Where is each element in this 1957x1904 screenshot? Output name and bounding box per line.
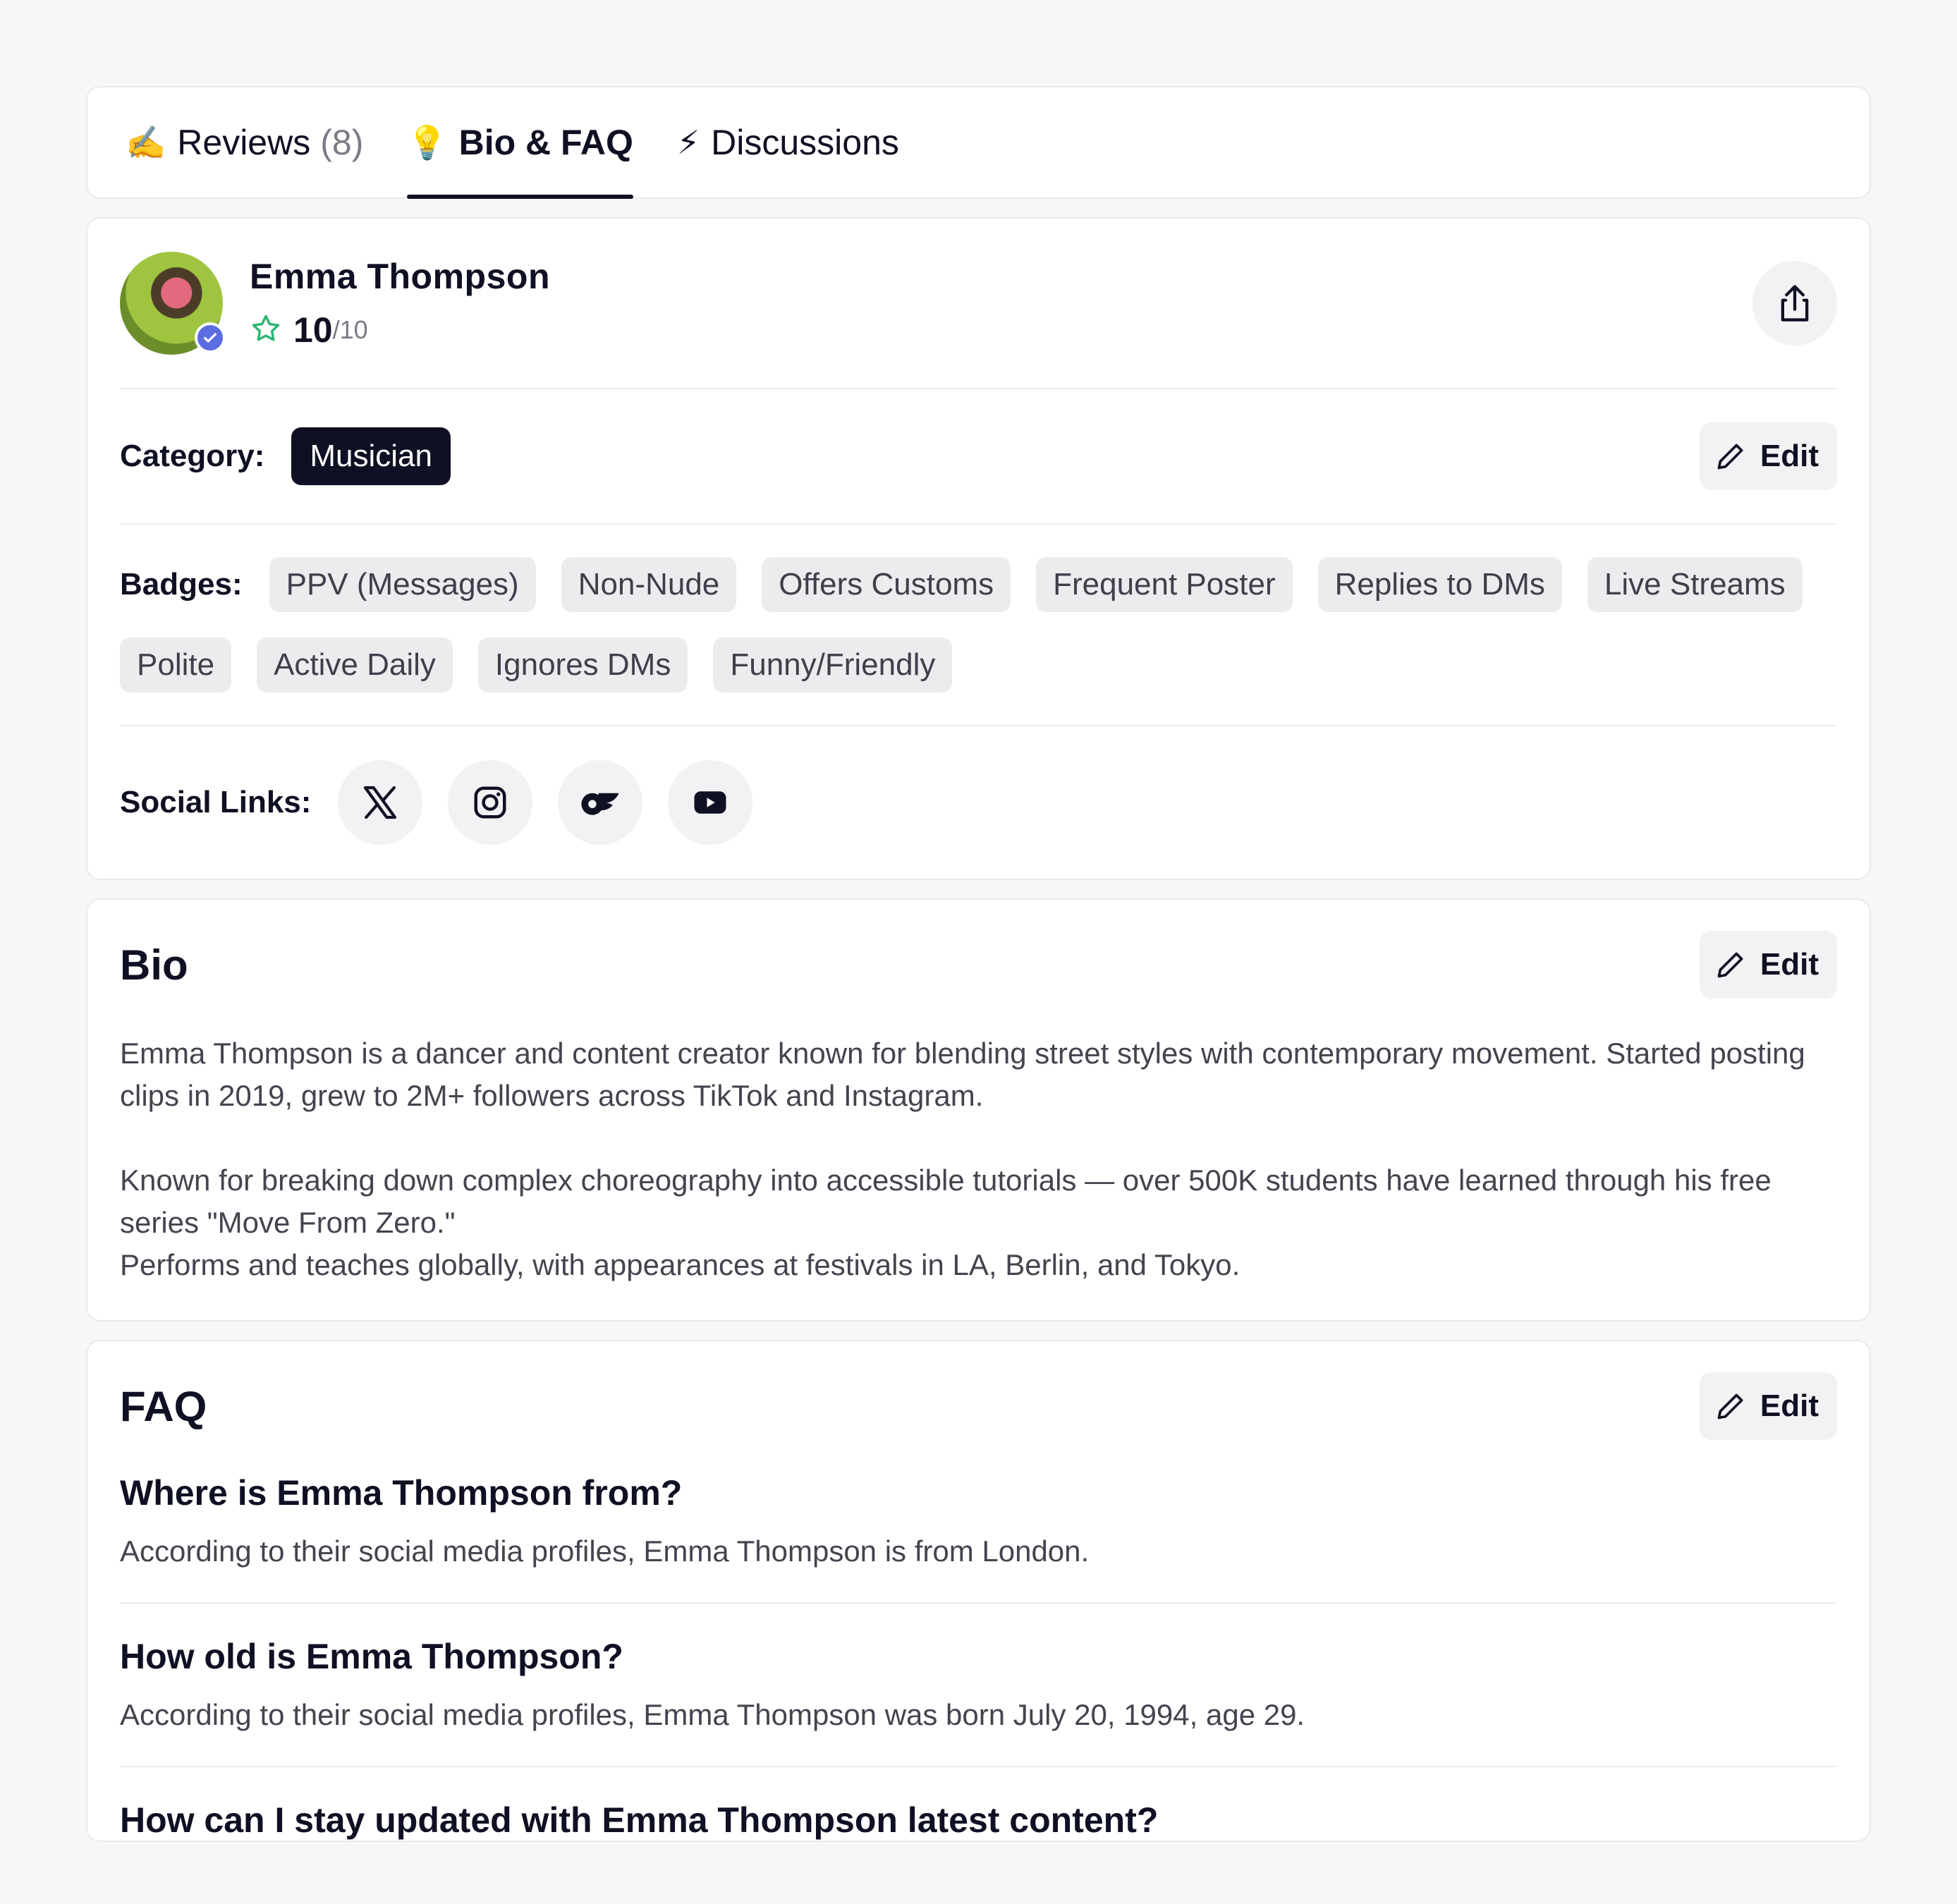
bio-card: Bio Edit Emma Thompson is a dancer and c… xyxy=(86,898,1871,1322)
faq-header: FAQ Edit xyxy=(120,1372,1837,1440)
badge[interactable]: PPV (Messages) xyxy=(269,557,536,612)
tab-label: Reviews xyxy=(177,123,311,162)
badges-row: Badges: PPV (Messages) Non-Nude Offers C… xyxy=(120,525,1837,726)
badge[interactable]: Live Streams xyxy=(1587,557,1803,612)
tab-label: Bio & FAQ xyxy=(458,123,633,162)
tab-discussions[interactable]: ⚡ Discussions xyxy=(677,87,899,197)
faq-item: How can I stay updated with Emma Thompso… xyxy=(120,1767,1837,1841)
bio-title: Bio xyxy=(120,941,188,989)
social-links-row: Social Links: xyxy=(120,726,1837,879)
faq-answer: According to their social media profiles… xyxy=(120,1698,1305,1731)
social-links-label: Social Links: xyxy=(120,785,312,819)
edit-label: Edit xyxy=(1760,1389,1819,1423)
badge[interactable]: Frequent Poster xyxy=(1036,557,1293,612)
faq-card: FAQ Edit Where is Emma Thompson from? Ac… xyxy=(86,1340,1871,1842)
edit-label: Edit xyxy=(1760,947,1819,982)
page-container: ✍️ Reviews (8) 💡 Bio & FAQ ⚡ Discussions… xyxy=(86,86,1871,1842)
badge[interactable]: Active Daily xyxy=(257,637,453,692)
pencil-icon xyxy=(1717,444,1743,470)
faq-item: How old is Emma Thompson? According to t… xyxy=(120,1604,1837,1767)
badge[interactable]: Ignores DMs xyxy=(477,637,688,692)
tab-bar: ✍️ Reviews (8) 💡 Bio & FAQ ⚡ Discussions xyxy=(86,86,1871,199)
faq-question: How can I stay updated with Emma Thompso… xyxy=(120,1800,1159,1840)
faq-title: FAQ xyxy=(120,1382,207,1430)
category-pill[interactable]: Musician xyxy=(291,427,451,485)
tab-bio-faq[interactable]: 💡 Bio & FAQ xyxy=(407,87,633,199)
profile-header: Emma Thompson 10 /10 xyxy=(120,219,1837,389)
edit-bio-button[interactable]: Edit xyxy=(1699,931,1837,999)
onlyfans-icon xyxy=(581,793,619,815)
pencil-icon xyxy=(1717,952,1743,978)
x-link[interactable] xyxy=(338,760,423,845)
category-row: Category: Musician Edit xyxy=(120,389,1837,525)
badge-list: Badges: PPV (Messages) Non-Nude Offers C… xyxy=(120,557,1837,692)
lightning-icon: ⚡ xyxy=(676,124,700,161)
edit-label: Edit xyxy=(1760,439,1819,473)
faq-question: How old is Emma Thompson? xyxy=(120,1637,623,1676)
instagram-link[interactable] xyxy=(448,760,533,845)
bio-header: Bio Edit xyxy=(120,931,1837,999)
tab-reviews[interactable]: ✍️ Reviews (8) xyxy=(126,87,363,197)
badge[interactable]: Replies to DMs xyxy=(1317,557,1562,612)
youtube-link[interactable] xyxy=(668,760,753,845)
star-icon xyxy=(250,312,282,348)
instagram-icon xyxy=(474,786,506,819)
badges-label: Badges: xyxy=(120,567,243,602)
faq-answer: According to their social media profiles… xyxy=(120,1534,1090,1568)
edit-faq-button[interactable]: Edit xyxy=(1699,1372,1837,1440)
badge[interactable]: Funny/Friendly xyxy=(713,637,953,692)
avatar xyxy=(120,252,226,355)
faq-question: Where is Emma Thompson from? xyxy=(120,1473,683,1513)
onlyfans-link[interactable] xyxy=(558,760,643,845)
badge[interactable]: Non-Nude xyxy=(561,557,737,612)
writing-hand-icon: ✍️ xyxy=(126,123,166,161)
x-icon xyxy=(364,786,397,819)
badge[interactable]: Offers Customs xyxy=(762,557,1011,612)
verified-badge-icon xyxy=(195,322,226,353)
share-button[interactable] xyxy=(1752,261,1837,346)
rating-score: 10 xyxy=(293,310,333,350)
rating: 10 /10 xyxy=(250,310,550,350)
category-label: Category: xyxy=(120,439,265,473)
pencil-icon xyxy=(1717,1393,1743,1420)
bio-text: Emma Thompson is a dancer and content cr… xyxy=(120,1037,1805,1281)
tab-count: (8) xyxy=(320,123,364,162)
profile-info: Emma Thompson 10 /10 xyxy=(250,256,550,350)
badge[interactable]: Polite xyxy=(120,637,232,692)
faq-item: Where is Emma Thompson from? According t… xyxy=(120,1440,1837,1604)
tab-label: Discussions xyxy=(711,123,899,162)
profile-card: Emma Thompson 10 /10 Category: Musician … xyxy=(86,217,1871,880)
edit-category-button[interactable]: Edit xyxy=(1699,422,1837,490)
share-icon xyxy=(1781,285,1809,322)
rating-max: /10 xyxy=(332,315,368,344)
profile-name: Emma Thompson xyxy=(250,257,550,296)
lightbulb-icon: 💡 xyxy=(407,123,448,161)
youtube-icon xyxy=(694,791,726,814)
